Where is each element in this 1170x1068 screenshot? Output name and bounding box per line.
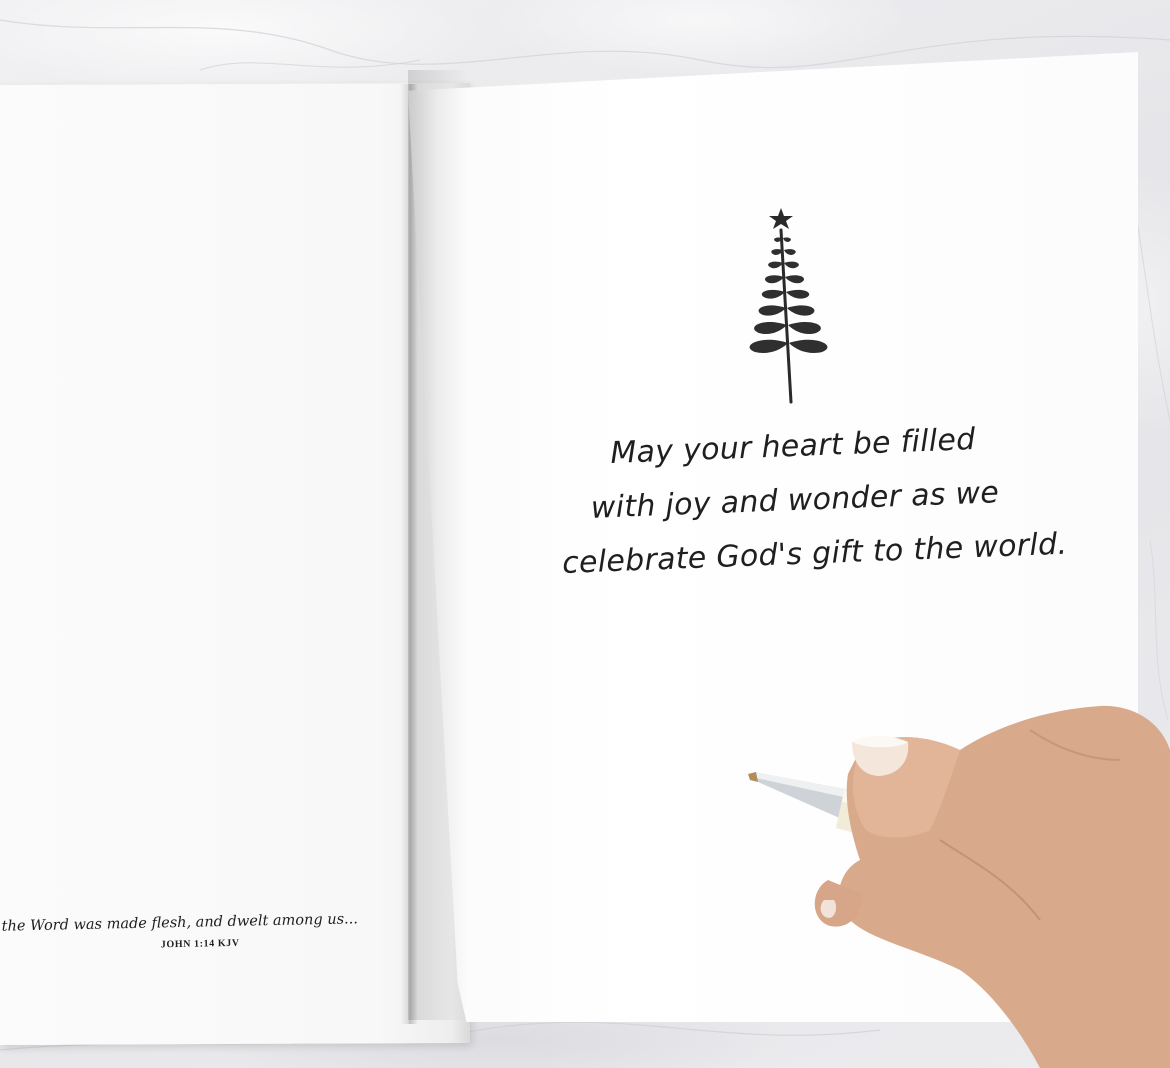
hand-holding-pen: [748, 705, 1170, 1068]
photo-scene: May your heart be filled with joy and wo…: [0, 0, 1170, 1068]
card-message: May your heart be filled with joy and wo…: [557, 411, 1068, 591]
card-fold: [400, 84, 418, 1024]
christmas-tree-icon: [749, 208, 828, 404]
star-icon: [769, 208, 793, 229]
hand-icon: [814, 705, 1170, 1068]
